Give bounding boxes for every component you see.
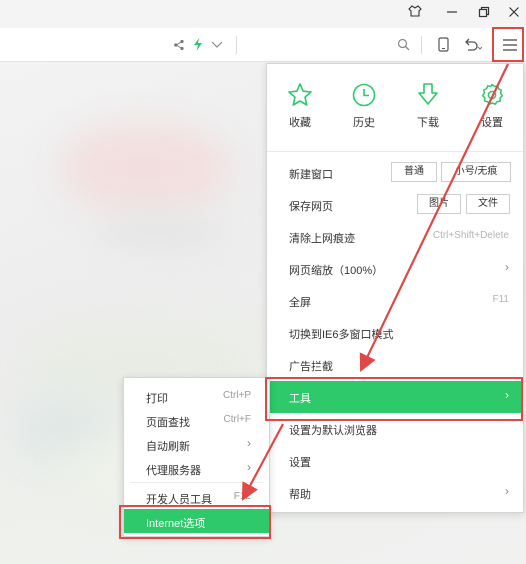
arrow-to-internet-options: [241, 423, 284, 501]
arrow-to-tools: [359, 63, 509, 372]
annotation-arrows: [241, 63, 509, 501]
